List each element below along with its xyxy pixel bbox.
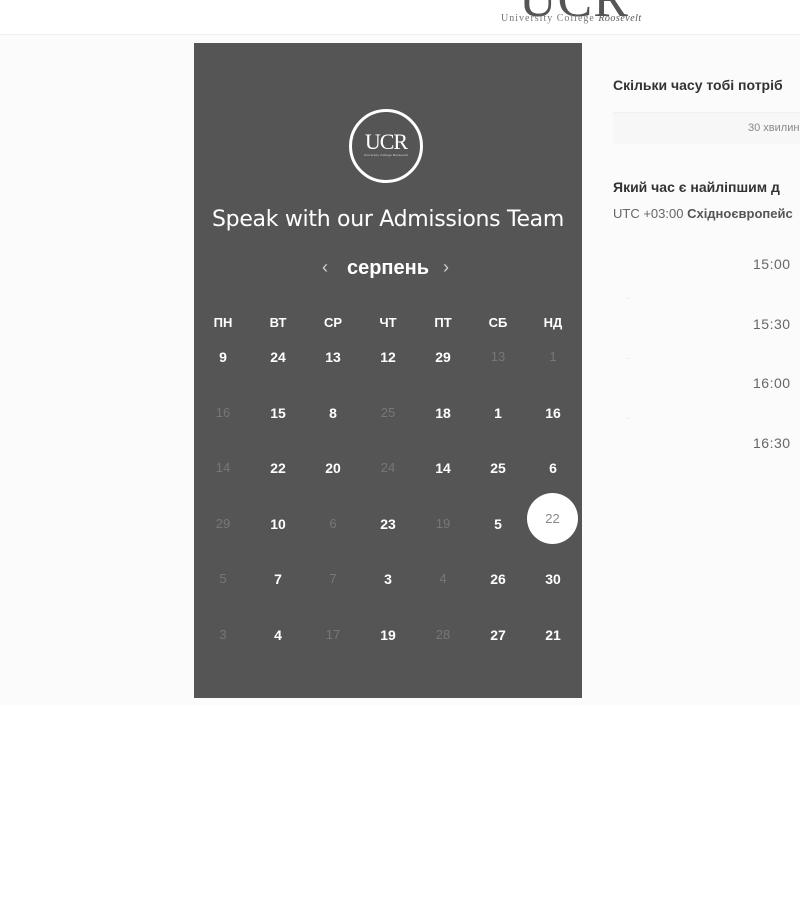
calendar-day[interactable]: 29 xyxy=(416,336,470,390)
timezone-label[interactable]: UTC +03:00 Східноєвропейс xyxy=(613,206,793,221)
calendar-day[interactable]: 18 xyxy=(416,392,470,446)
weekday-label: ВТ xyxy=(269,315,287,330)
calendar-panel: UCR University College Roosevelt Speak w… xyxy=(194,43,582,698)
calendar-day[interactable]: 25 xyxy=(471,447,525,501)
time-slot[interactable]: 15:00 xyxy=(753,256,791,272)
booking-form: Скільки часу тобі потріб 30 хвилин Який … xyxy=(613,0,800,705)
calendar-day[interactable]: 13 xyxy=(306,336,360,390)
calendar-day[interactable]: 24 xyxy=(251,336,305,390)
month-navigation: ‹ серпень › xyxy=(194,255,582,281)
time-question: Який час є найліпшим д xyxy=(613,179,780,195)
calendar-day[interactable]: 4 xyxy=(251,614,305,668)
calendar-day: 5 xyxy=(219,571,227,586)
calendar-day[interactable]: 15 xyxy=(251,392,305,446)
timezone-offset: UTC +03:00 xyxy=(613,206,684,221)
calendar-day[interactable]: 5 xyxy=(471,503,525,557)
selected-day-circle[interactable]: 22 xyxy=(527,493,578,544)
calendar-day: 3 xyxy=(219,627,227,642)
logo-mark: UCR xyxy=(364,129,408,154)
calendar-day: 17 xyxy=(325,627,341,642)
weekday-label: ЧТ xyxy=(379,315,397,330)
calendar-day: 29 xyxy=(215,516,231,531)
slot-divider xyxy=(627,418,630,419)
calendar-day: 13 xyxy=(490,349,506,364)
weekday-label: ПТ xyxy=(434,315,452,330)
duration-question: Скільки часу тобі потріб xyxy=(613,77,783,93)
ucr-circle-logo: UCR University College Roosevelt xyxy=(349,109,423,183)
slot-divider xyxy=(627,358,630,359)
calendar-day[interactable]: 14 xyxy=(416,447,470,501)
time-slot[interactable]: 16:00 xyxy=(753,375,791,391)
weekday-label: НД xyxy=(543,315,563,330)
calendar-day[interactable]: 22 xyxy=(251,447,305,501)
calendar-day[interactable]: 9 xyxy=(196,336,250,390)
weekday-label: СБ xyxy=(488,315,508,330)
calendar-day[interactable]: 19 xyxy=(361,614,415,668)
calendar-day[interactable]: 10 xyxy=(251,503,305,557)
calendar-day: 14 xyxy=(215,460,231,475)
calendar-day: 28 xyxy=(435,627,451,642)
month-label: серпень xyxy=(346,257,430,279)
calendar-day[interactable]: 16 xyxy=(526,392,580,446)
calendar-day: 19 xyxy=(435,516,451,531)
chevron-right-icon[interactable]: › xyxy=(443,257,449,277)
weekday-header: ПН ВТ СР ЧТ ПТ СБ НД xyxy=(196,315,580,335)
panel-title: Speak with our Admissions Team xyxy=(211,207,564,232)
time-slot[interactable]: 15:30 xyxy=(753,316,791,332)
duration-value: 30 хвилин xyxy=(748,122,800,134)
calendar-day-selected[interactable]: 22 xyxy=(526,493,580,557)
logo-subtext: University College Roosevelt xyxy=(364,153,408,157)
calendar-day: 24 xyxy=(380,460,396,475)
timezone-name: Східноєвропейс xyxy=(687,206,793,221)
time-slot[interactable]: 16:30 xyxy=(753,435,791,451)
calendar-grid: 9 24 13 12 29 13 1 16 15 8 25 18 1 16 14 22 20 24 14 25 6 29 1… xyxy=(196,336,580,676)
calendar-day[interactable]: 30 xyxy=(526,558,580,612)
weekday-label: СР xyxy=(323,315,343,330)
calendar-day[interactable]: 20 xyxy=(306,447,360,501)
weekday-label: ПН xyxy=(213,315,233,330)
calendar-day: 16 xyxy=(215,405,231,420)
calendar-day[interactable]: 23 xyxy=(361,503,415,557)
calendar-day: 6 xyxy=(329,516,337,531)
calendar-day: 1 xyxy=(549,349,557,364)
calendar-day: 7 xyxy=(329,571,337,586)
calendar-day[interactable]: 26 xyxy=(471,558,525,612)
calendar-day: 25 xyxy=(380,405,396,420)
calendar-day[interactable]: 3 xyxy=(361,558,415,612)
calendar-day[interactable]: 21 xyxy=(526,614,580,668)
calendar-day: 4 xyxy=(439,571,447,586)
calendar-day[interactable]: 8 xyxy=(306,392,360,446)
calendar-day[interactable]: 7 xyxy=(251,558,305,612)
calendar-day[interactable]: 1 xyxy=(471,392,525,446)
slot-divider xyxy=(627,298,630,299)
calendar-day[interactable]: 12 xyxy=(361,336,415,390)
calendar-day[interactable]: 27 xyxy=(471,614,525,668)
duration-select[interactable]: 30 хвилин xyxy=(613,112,800,144)
